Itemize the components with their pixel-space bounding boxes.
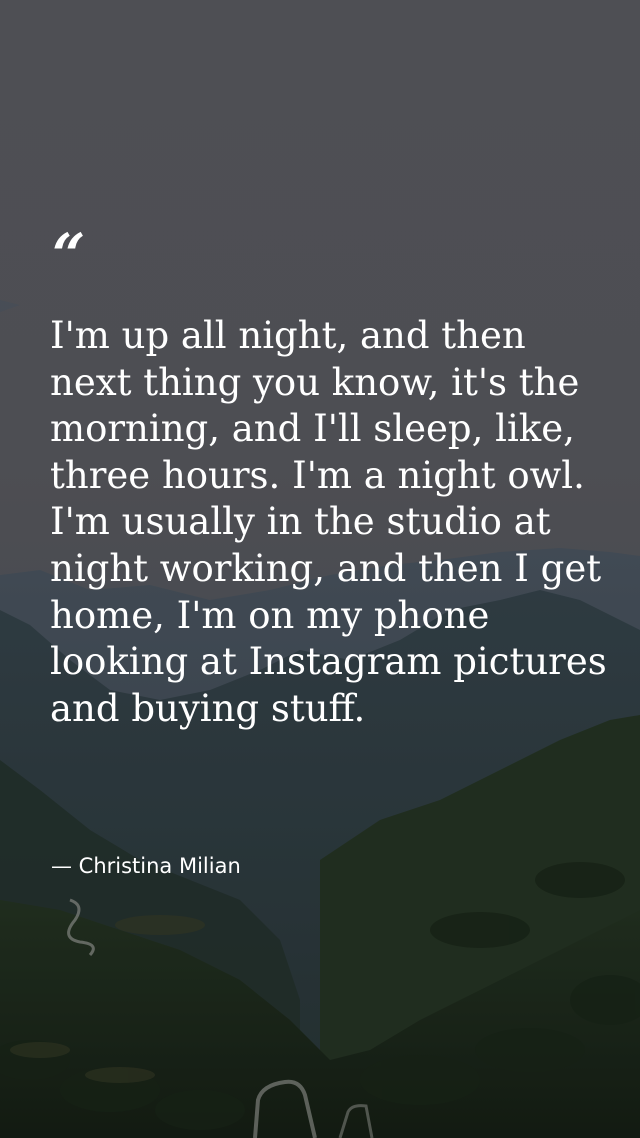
quote-text: I'm up all night, and then next thing yo… (50, 314, 607, 730)
quote-attribution: — Christina Milian (51, 854, 241, 878)
quote-mark-icon: “ (52, 221, 85, 289)
quote-wallpaper: “ I'm up all night, and then next thing … (0, 0, 640, 1138)
